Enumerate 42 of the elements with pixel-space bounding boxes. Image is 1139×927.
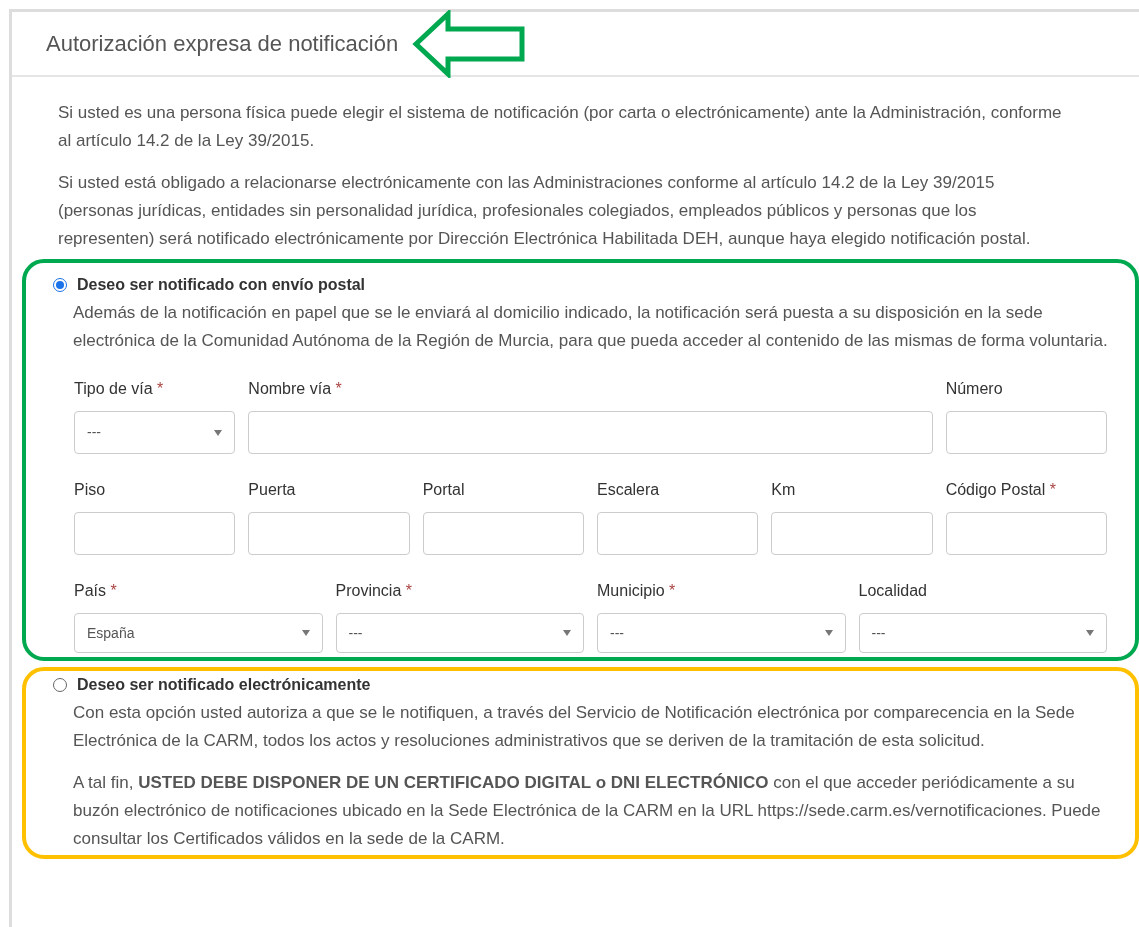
input-field[interactable] — [945, 411, 1107, 454]
field-label: País * — [74, 582, 117, 599]
input-field[interactable] — [248, 411, 933, 454]
option-label[interactable]: Deseo ser notificado con envío postal — [77, 273, 366, 297]
dropdown[interactable]: --- — [597, 613, 846, 653]
field-label: Nombre vía * — [248, 380, 342, 397]
dropdown[interactable]: --- — [335, 613, 584, 653]
caret-icon — [1086, 630, 1094, 636]
input-field[interactable] — [422, 512, 584, 555]
input-field[interactable] — [771, 512, 933, 555]
field-label: Municipio * — [597, 582, 676, 599]
field-label: Localidad — [858, 582, 927, 599]
field-label: Piso — [74, 481, 106, 498]
input-field[interactable] — [248, 512, 410, 555]
field-label: Puerta — [248, 481, 296, 498]
dropdown[interactable]: España — [74, 613, 323, 653]
caret-icon — [563, 630, 571, 636]
description: Con esta opción usted autoriza a que se le notifiquen, a través del Servicio de Notificación electrónica por comparecencia en la Sede Electrónica de la CARM, todos los actos y resoluciones administrativos que se deriven de la tramitación de esta solicitud. — [73, 702, 1076, 752]
caret-icon — [214, 429, 223, 436]
field-label: Número — [945, 380, 1003, 397]
option-label[interactable]: Deseo ser notificado electrónicamente — [77, 673, 371, 697]
paragraph: Si usted está obligado a relacionarse electrónicamente con las Administraciones conforme al artículo 14.2 de la Ley 39/2015 (personas jurídicas, entidades sin personalidad jurídica, profesionales colegiados, empleados públicos y personas que los representen) será notificado electrónicamente por Dirección Electrónica Habilitada DEH, aunque haya elegido notificación postal. — [58, 172, 1032, 250]
dropdown[interactable]: --- — [858, 613, 1107, 653]
description: A tal fin, USTED DEBE DISPONER DE UN CERTIFICADO DIGITAL o DNI ELECTRÓNICO con el que acceder periódicamente a su buzón electrónico de notificaciones ubicado en la Sede Electrónica de la CARM en la URL https://sede.carm.es/vernotificaciones. Puede consultar los Certificados válidos en la sede de la CARM. — [73, 772, 1102, 850]
caret-icon — [824, 630, 833, 636]
radio-button[interactable] — [53, 678, 67, 692]
input-field[interactable] — [945, 512, 1107, 555]
field-label: Tipo de vía * — [74, 380, 164, 397]
description: Además de la notificación en papel que se le enviará al domicilio indicado, la notificación será puesta a su disposición en la sede electrónica de la Comunidad Autónoma de la Región de Murcia, para que pueda acceder al contenido de las mismas de forma voluntaria. — [73, 302, 1109, 352]
field-label: Escalera — [597, 481, 660, 498]
panel-title: Autorización expresa de notificación — [46, 30, 399, 58]
field-label: Portal — [422, 481, 465, 498]
caret-icon — [301, 630, 310, 636]
input-field[interactable] — [74, 512, 236, 555]
field-label: Km — [771, 481, 796, 498]
field-label: Código Postal * — [945, 481, 1056, 498]
field-label: Provincia * — [335, 582, 412, 599]
radio-button[interactable] — [53, 278, 67, 292]
input-field[interactable] — [597, 512, 759, 555]
paragraph: Si usted es una persona física puede elegir el sistema de notificación (por carta o electrónicamente) ante la Administración, conforme al artículo 14.2 de la Ley 39/2015. — [58, 102, 1063, 152]
dropdown[interactable]: --- — [74, 411, 236, 454]
left-arrow-icon — [412, 9, 527, 78]
